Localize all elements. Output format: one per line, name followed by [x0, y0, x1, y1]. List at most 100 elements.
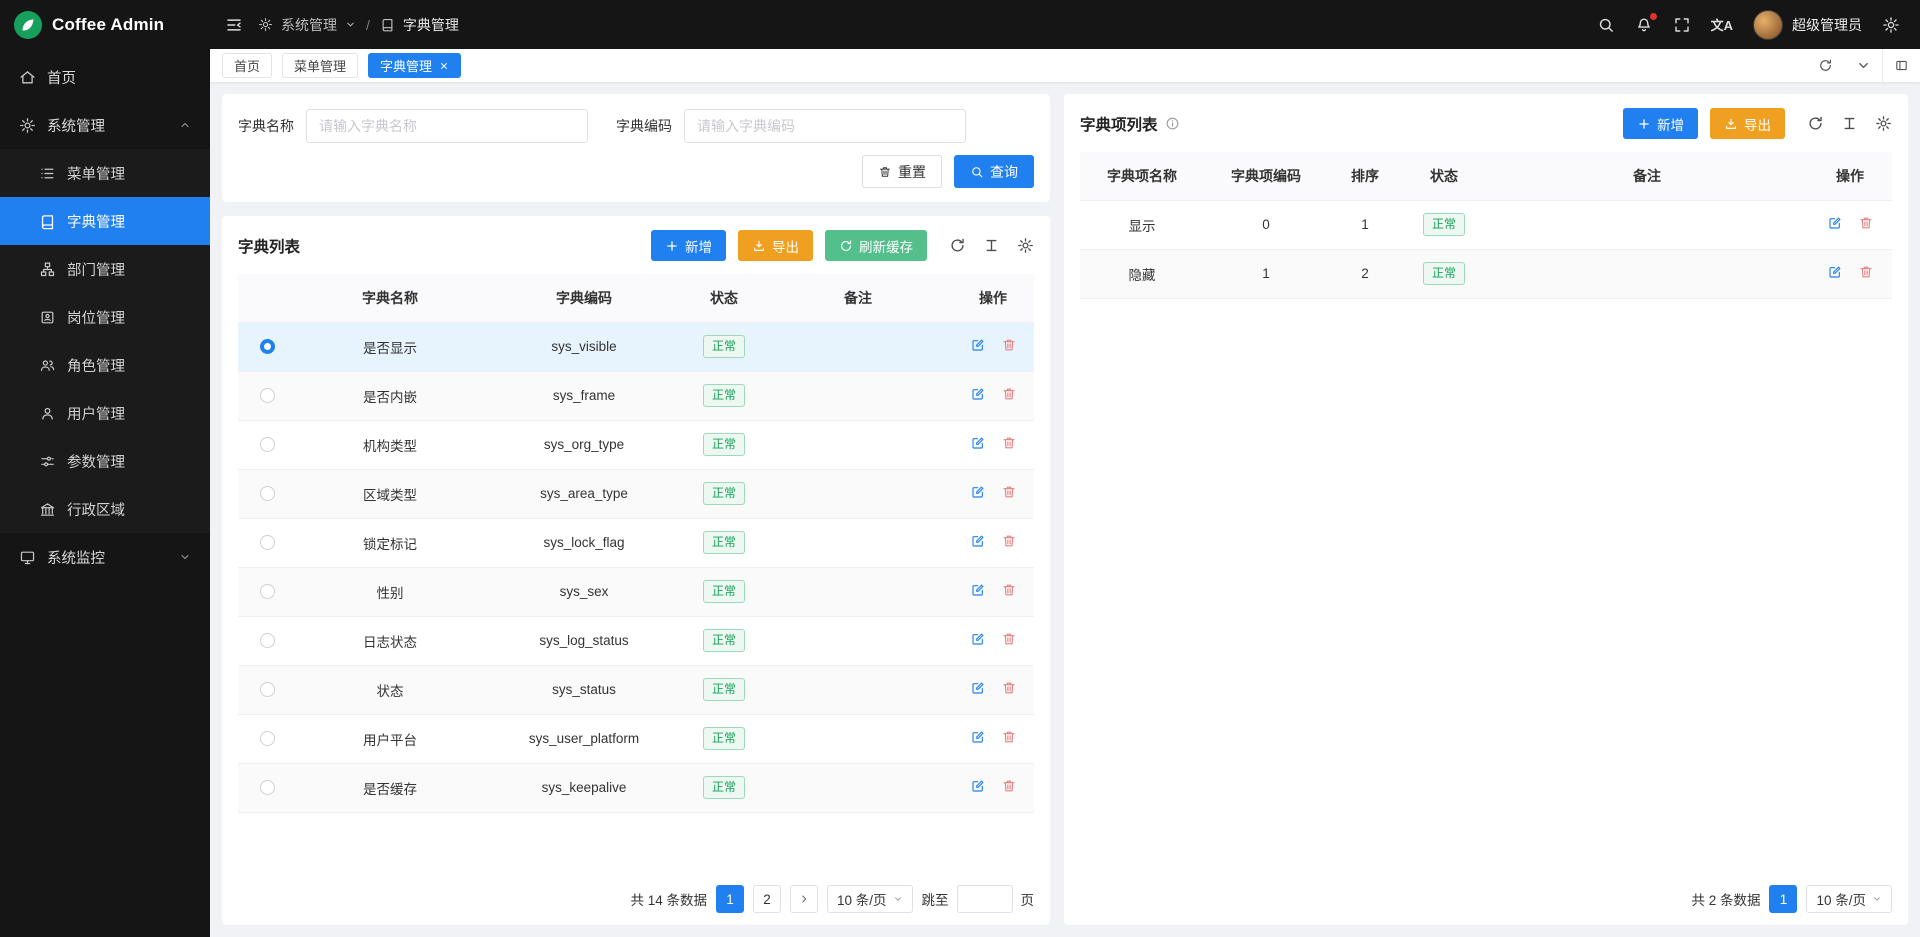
sidebar-item-home[interactable]: 首页 [0, 53, 210, 101]
export-icon [1724, 117, 1738, 131]
tab-options-chevron-icon[interactable] [1844, 49, 1882, 82]
refresh-table-icon[interactable] [1807, 115, 1824, 132]
edit-icon[interactable] [1827, 264, 1843, 280]
export-label: 导出 [772, 236, 799, 256]
close-icon[interactable] [439, 61, 449, 71]
edit-icon[interactable] [970, 386, 986, 402]
table-settings-icon[interactable] [1017, 237, 1034, 254]
sidebar-item-menu-mgmt[interactable]: 菜单管理 [0, 149, 210, 197]
delete-icon[interactable] [1001, 533, 1017, 549]
table-row[interactable]: 状态 sys_status 正常 [238, 665, 1034, 714]
dict-code-input[interactable] [684, 109, 966, 143]
row-radio[interactable] [260, 339, 275, 354]
breadcrumb-root[interactable]: 系统管理 [281, 15, 337, 35]
next-page-button[interactable] [790, 885, 818, 913]
page-size-select[interactable]: 10 条/页 [1806, 885, 1892, 913]
page-button-1[interactable]: 1 [1769, 885, 1797, 913]
edit-icon[interactable] [1827, 215, 1843, 231]
fullscreen-icon[interactable] [1673, 16, 1691, 34]
table-row[interactable]: 日志状态 sys_log_status 正常 [238, 616, 1034, 665]
tab-home[interactable]: 首页 [222, 53, 272, 78]
delete-icon[interactable] [1001, 386, 1017, 402]
page-size-select[interactable]: 10 条/页 [827, 885, 913, 913]
row-radio[interactable] [260, 682, 275, 697]
info-icon[interactable] [1165, 116, 1180, 131]
sidebar-item-region[interactable]: 行政区域 [0, 485, 210, 533]
page-button-1[interactable]: 1 [716, 885, 744, 913]
add-item-button[interactable]: 新增 [1623, 108, 1698, 139]
table-row[interactable]: 机构类型 sys_org_type 正常 [238, 420, 1034, 469]
table-row[interactable]: 用户平台 sys_user_platform 正常 [238, 714, 1034, 763]
table-row[interactable]: 区域类型 sys_area_type 正常 [238, 469, 1034, 518]
add-dict-button[interactable]: 新增 [651, 230, 726, 261]
table-row[interactable]: 隐藏 1 2 正常 [1080, 249, 1892, 298]
table-settings-icon[interactable] [1875, 115, 1892, 132]
sidebar-item-system[interactable]: 系统管理 [0, 101, 210, 149]
delete-icon[interactable] [1858, 264, 1874, 280]
sidebar-item-post-mgmt[interactable]: 岗位管理 [0, 293, 210, 341]
edit-icon[interactable] [970, 778, 986, 794]
export-dict-button[interactable]: 导出 [738, 230, 813, 261]
edit-icon[interactable] [970, 533, 986, 549]
sidebar-fold-icon[interactable] [225, 16, 243, 34]
sidebar-item-dept-mgmt[interactable]: 部门管理 [0, 245, 210, 293]
row-radio[interactable] [260, 486, 275, 501]
refresh-page-icon[interactable] [1806, 49, 1844, 82]
column-size-icon[interactable] [1841, 115, 1858, 132]
row-radio[interactable] [260, 731, 275, 746]
sidebar-item-dict-mgmt[interactable]: 字典管理 [0, 197, 210, 245]
table-row[interactable]: 是否缓存 sys_keepalive 正常 [238, 763, 1034, 812]
dict-name-input[interactable] [306, 109, 588, 143]
sidebar-item-label: 系统管理 [47, 115, 105, 136]
table-row[interactable]: 锁定标记 sys_lock_flag 正常 [238, 518, 1034, 567]
delete-icon[interactable] [1001, 337, 1017, 353]
query-button[interactable]: 查询 [954, 155, 1034, 188]
user-menu[interactable]: 超级管理员 [1753, 10, 1862, 40]
table-row[interactable]: 显示 0 1 正常 [1080, 200, 1892, 249]
delete-icon[interactable] [1001, 680, 1017, 696]
row-radio[interactable] [260, 535, 275, 550]
edit-icon[interactable] [970, 435, 986, 451]
row-radio[interactable] [260, 780, 275, 795]
edit-icon[interactable] [970, 337, 986, 353]
row-radio[interactable] [260, 584, 275, 599]
table-row[interactable]: 性别 sys_sex 正常 [238, 567, 1034, 616]
edit-icon[interactable] [970, 680, 986, 696]
tab-dict-mgmt[interactable]: 字典管理 [368, 53, 461, 78]
table-row[interactable]: 是否内嵌 sys_frame 正常 [238, 371, 1034, 420]
refresh-table-icon[interactable] [949, 237, 966, 254]
delete-icon[interactable] [1001, 778, 1017, 794]
edit-icon[interactable] [970, 582, 986, 598]
search-icon[interactable] [1597, 16, 1615, 34]
jump-page-input[interactable] [957, 885, 1013, 913]
sidebar-item-role-mgmt[interactable]: 角色管理 [0, 341, 210, 389]
table-row[interactable]: 是否显示 sys_visible 正常 [238, 322, 1034, 371]
delete-icon[interactable] [1001, 435, 1017, 451]
sidebar-item-monitor[interactable]: 系统监控 [0, 533, 210, 581]
settings-gear-icon[interactable] [1882, 16, 1900, 34]
edit-icon[interactable] [970, 484, 986, 500]
status-badge: 正常 [703, 776, 745, 799]
delete-icon[interactable] [1858, 215, 1874, 231]
export-item-button[interactable]: 导出 [1710, 108, 1785, 139]
refresh-cache-button[interactable]: 刷新缓存 [825, 230, 927, 261]
tab-menu-mgmt[interactable]: 菜单管理 [282, 53, 358, 78]
layout-toggle-icon[interactable] [1882, 49, 1920, 82]
row-radio[interactable] [260, 437, 275, 452]
edit-icon[interactable] [970, 631, 986, 647]
page-button-2[interactable]: 2 [753, 885, 781, 913]
translate-icon[interactable]: 文A [1711, 15, 1733, 34]
row-radio[interactable] [260, 388, 275, 403]
edit-icon[interactable] [970, 729, 986, 745]
delete-icon[interactable] [1001, 631, 1017, 647]
column-size-icon[interactable] [983, 237, 1000, 254]
delete-icon[interactable] [1001, 582, 1017, 598]
reset-button[interactable]: 重置 [862, 155, 942, 188]
notification-bell[interactable] [1635, 16, 1653, 34]
sidebar-item-param-mgmt[interactable]: 参数管理 [0, 437, 210, 485]
delete-icon[interactable] [1001, 729, 1017, 745]
sidebar-item-user-mgmt[interactable]: 用户管理 [0, 389, 210, 437]
delete-icon[interactable] [1001, 484, 1017, 500]
status-badge: 正常 [703, 433, 745, 456]
row-radio[interactable] [260, 633, 275, 648]
